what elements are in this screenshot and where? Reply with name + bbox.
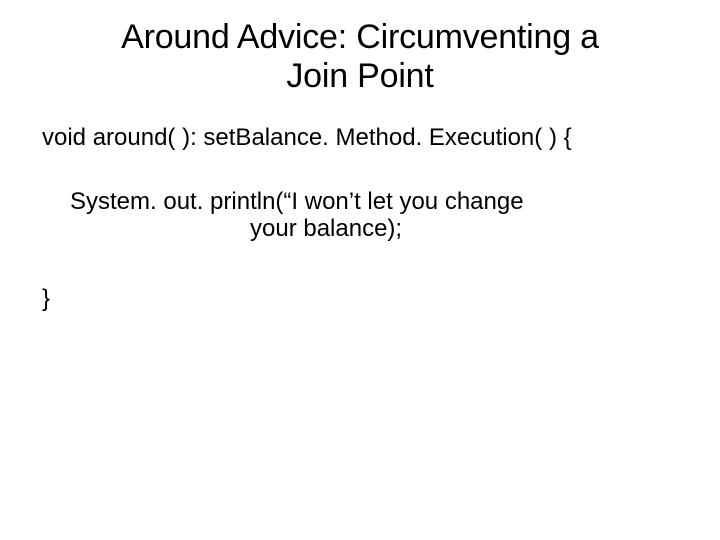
slide: Around Advice: Circumventing a Join Poin… [0, 0, 720, 540]
title-line-1: Around Advice: Circumventing a [121, 18, 599, 56]
title-line-2: Join Point [286, 57, 433, 95]
code-statement-line-2: your balance); [70, 215, 680, 243]
code-statement: System. out. println(“I won’t let you ch… [42, 188, 680, 243]
slide-body: void around( ): setBalance. Method. Exec… [0, 96, 720, 312]
code-close-brace: } [42, 285, 680, 313]
code-signature: void around( ): setBalance. Method. Exec… [42, 124, 680, 152]
code-statement-line-1: System. out. println(“I won’t let you ch… [70, 188, 680, 216]
slide-title: Around Advice: Circumventing a Join Poin… [0, 0, 720, 96]
